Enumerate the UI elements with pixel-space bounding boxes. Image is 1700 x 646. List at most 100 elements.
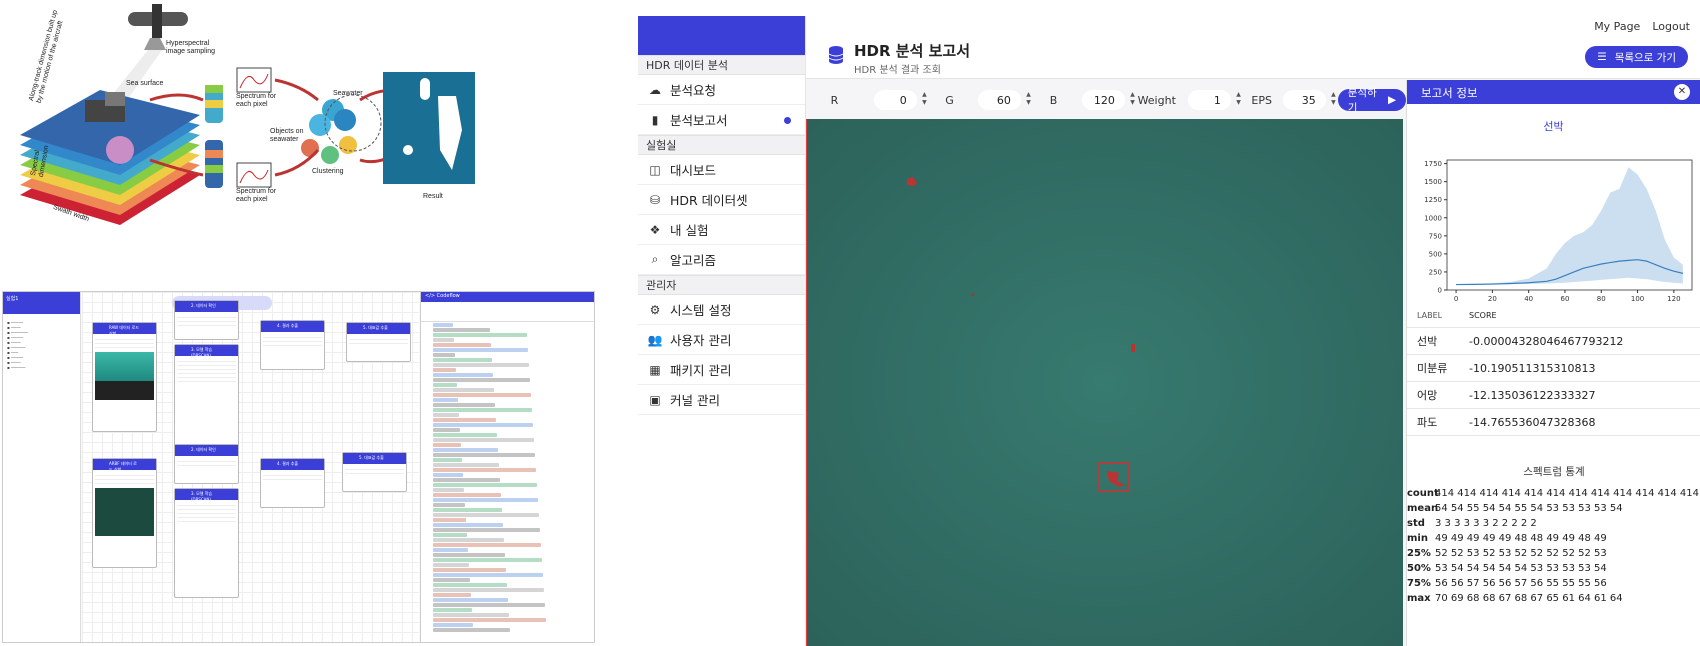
param-b-input[interactable]: 120 ▲ ▼	[1081, 90, 1135, 110]
sidebar-item-request[interactable]: ☁ 분석요청	[638, 75, 805, 105]
spectrum-label-2: Spectrum for each pixel	[236, 188, 277, 204]
code-line	[433, 598, 508, 602]
sidebar-item-kernels[interactable]: ▣ 커널 관리	[638, 385, 805, 415]
x-tick-label: 20	[1488, 295, 1497, 302]
workflow-node[interactable]: 3. 모델 학습 (DBSCAN)	[174, 488, 239, 598]
confidence-band	[1456, 167, 1683, 285]
table-row[interactable]: 선박 -0.00004328046467793212	[1407, 328, 1700, 355]
hdr-image-view[interactable]	[806, 119, 1403, 646]
code-line	[433, 553, 505, 557]
page-title: HDR 분석 보고서	[854, 42, 970, 60]
sidebar-section-title: 관리자	[638, 275, 805, 295]
sidebar-item-dashboard[interactable]: ◫ 대시보드	[638, 155, 805, 185]
sidebar-item-report[interactable]: ▮ 분석보고서	[638, 105, 805, 135]
x-tick-label: 80	[1597, 295, 1606, 302]
code-line	[433, 538, 504, 542]
param-label-weight: Weight	[1137, 93, 1176, 107]
code-line	[433, 398, 458, 402]
sidebar-section-lab: 실험실 ◫ 대시보드 ⛁ HDR 데이터셋 ❖ 내 실험 ⌕ 알고리즘	[638, 135, 805, 275]
code-line	[433, 323, 453, 327]
workflow-node[interactable]: 4. 결과 추출	[260, 458, 325, 508]
x-tick-label: 0	[1454, 295, 1458, 302]
page-header: HDR 분석 보고서 HDR 분석 결과 조회 My Page Logout ☰ 목…	[806, 16, 1700, 79]
sidebar: HDR 데이터 분석 ☁ 분석요청 ▮ 분석보고서 실험실 ◫ 대시보드 ⛁ HDR 데…	[638, 16, 806, 646]
code-line	[433, 578, 470, 582]
close-icon[interactable]: ✕	[1674, 84, 1690, 100]
workflow-node[interactable]: 5. 대표값 추출	[346, 322, 411, 362]
table-row[interactable]: 미분류 -10.190511315310813	[1407, 355, 1700, 382]
y-tick-label: 250	[1429, 268, 1442, 276]
code-line	[433, 403, 495, 407]
spinner-arrows-icon[interactable]: ▲ ▼	[1130, 91, 1135, 107]
clustering-label: Clustering	[312, 168, 344, 175]
workflow-node[interactable]: 2. 데이터 확인	[174, 444, 239, 484]
spinner-arrows-icon[interactable]: ▲ ▼	[1236, 91, 1241, 107]
x-tick-label: 100	[1631, 295, 1644, 302]
top-links: My Page Logout	[1582, 20, 1690, 33]
code-line	[433, 468, 536, 472]
code-line	[433, 413, 459, 417]
code-line	[433, 558, 542, 562]
hdr-app: HDR 데이터 분석 ☁ 분석요청 ▮ 분석보고서 실험실 ◫ 대시보드 ⛁ HDR 데…	[638, 16, 1700, 646]
code-line	[433, 518, 466, 522]
y-tick-label: 500	[1429, 250, 1442, 258]
back-to-list-button[interactable]: ☰ 목록으로 가기	[1585, 46, 1688, 68]
param-weight-input[interactable]: 1 ▲ ▼	[1187, 90, 1241, 110]
editor-canvas[interactable]: RAW 데이터 로드 실험 2. 데이터 확인 3. 모델 학습 (DBSCAN…	[82, 292, 419, 642]
table-row[interactable]: 파도 -14.765536047328368	[1407, 409, 1700, 436]
spinner-arrows-icon[interactable]: ▲ ▼	[922, 91, 927, 107]
code-line	[433, 568, 506, 572]
code-line	[433, 533, 467, 537]
sidebar-item-my-experiments[interactable]: ❖ 내 실험	[638, 215, 805, 245]
code-line	[433, 463, 499, 467]
workflow-node[interactable]: RAW 데이터 로드 실험	[92, 322, 157, 432]
y-tick-label: 0	[1438, 287, 1442, 295]
code-line	[433, 588, 544, 592]
code-line	[433, 608, 472, 612]
code-line	[433, 488, 464, 492]
code-line	[433, 363, 529, 367]
y-tick-label: 750	[1429, 232, 1442, 240]
code-editor[interactable]: </> Codeflow	[420, 292, 594, 642]
spinner-arrows-icon[interactable]: ▲ ▼	[1331, 91, 1336, 107]
sidebar-item-packages[interactable]: ▦ 패키지 관리	[638, 355, 805, 385]
detected-object-marker	[1131, 344, 1135, 352]
x-tick-label: 60	[1561, 295, 1570, 302]
seawater-label: Seawater	[333, 90, 363, 97]
param-label-g: G	[945, 93, 954, 107]
my-page-link[interactable]: My Page	[1594, 20, 1640, 33]
workflow-node[interactable]: ARBF 데이터 로드 실험	[92, 458, 157, 568]
report-info-panel: 보고서 정보 ✕ 선박 0 20 40 60 80 100 120 0 250 500 750 1000…	[1406, 80, 1700, 646]
code-line	[433, 433, 497, 437]
code-line	[433, 498, 538, 502]
table-row[interactable]: 어망 -12.135036122333327	[1407, 382, 1700, 409]
code-line	[433, 478, 500, 482]
workflow-node[interactable]: 3. 모델 학습 (DBSCAN)	[174, 344, 239, 454]
objects-label: Objects on seawater	[270, 128, 304, 144]
result-map-icon	[383, 72, 475, 184]
code-line	[433, 573, 543, 577]
sidebar-item-system-settings[interactable]: ⚙ 시스템 설정	[638, 295, 805, 325]
sidebar-item-algorithms[interactable]: ⌕ 알고리즘	[638, 245, 805, 275]
workflow-node[interactable]: 4. 결과 추출	[260, 320, 325, 370]
workflow-node[interactable]: 5. 대표값 추출	[342, 452, 407, 492]
code-line	[433, 353, 455, 357]
sidebar-item-users[interactable]: 👥 사용자 관리	[638, 325, 805, 355]
workflow-editor-screenshot: 실험1 ▪ ───── ▪ ──── ▪ ─────── ▪ ───── ▪ ─…	[2, 291, 595, 643]
param-eps-input[interactable]: 35 ▲ ▼	[1282, 90, 1336, 110]
stats-row: max 70 69 68 68 67 68 67 65 61 64 61 64	[1407, 593, 1623, 604]
param-r-input[interactable]: 0 ▲ ▼	[873, 90, 927, 110]
panel-selected-label: 선박	[1543, 120, 1564, 133]
editor-title: 실험1	[3, 292, 80, 314]
code-line	[433, 453, 535, 457]
run-analysis-button[interactable]: 분석하기 ▶	[1337, 87, 1407, 114]
param-g-input[interactable]: 60 ▲ ▼	[977, 90, 1031, 110]
spinner-arrows-icon[interactable]: ▲ ▼	[1026, 91, 1031, 107]
logout-link[interactable]: Logout	[1652, 20, 1690, 33]
workflow-node[interactable]: 2. 데이터 확인	[174, 300, 239, 340]
code-line	[433, 408, 532, 412]
table-header-row: LABEL SCORE	[1407, 304, 1700, 328]
sidebar-item-dataset[interactable]: ⛁ HDR 데이터셋	[638, 185, 805, 215]
stats-row: 75% 56 56 57 56 56 57 56 55 55 55 56	[1407, 578, 1607, 589]
code-line	[433, 528, 540, 532]
